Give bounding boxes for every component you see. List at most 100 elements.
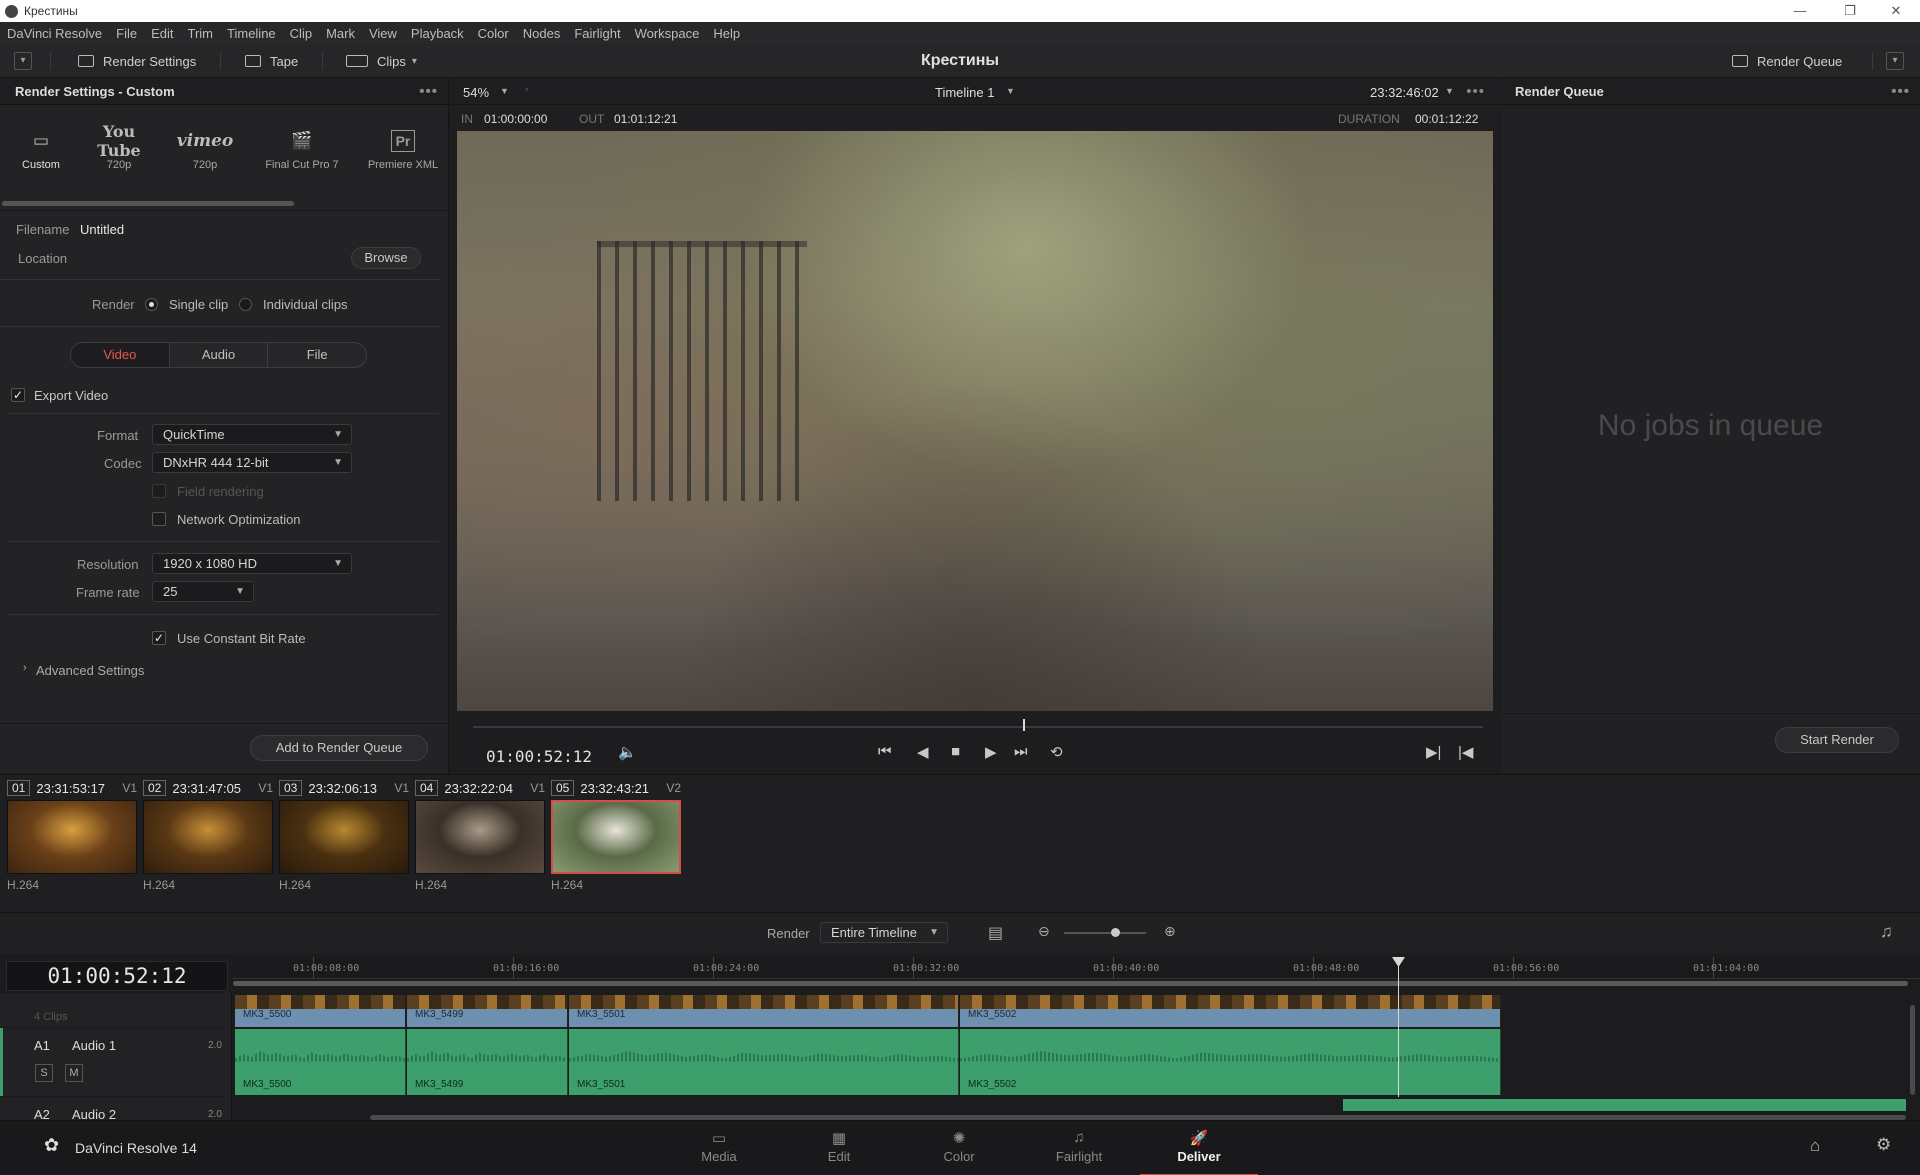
page-tab-edit[interactable]: ▦ Edit [780, 1129, 898, 1164]
tape-button[interactable]: Tape [245, 44, 298, 78]
audio-2-track-name[interactable]: Audio 2 [72, 1107, 116, 1121]
clip-thumbnail[interactable] [7, 800, 137, 874]
network-optimization-checkbox[interactable] [152, 512, 166, 526]
export-video-checkbox[interactable]: ✓ [11, 388, 25, 402]
clips-button[interactable]: Clips ▾ [346, 44, 417, 78]
panel-toggle-left-button[interactable]: ▾ [14, 52, 32, 70]
timeline-audio-clip[interactable]: MK3_5502 [960, 1029, 1501, 1095]
render-queue-button[interactable]: Render Queue [1732, 44, 1842, 78]
menu-color[interactable]: Color [471, 26, 516, 41]
filename-input[interactable]: Untitled [80, 222, 124, 237]
go-to-end-icon[interactable]: ⏭ [1014, 743, 1028, 760]
menu-trim[interactable]: Trim [181, 26, 221, 41]
timeline-vertical-scrollbar[interactable] [1910, 1005, 1915, 1095]
page-tab-deliver[interactable]: 🚀 Deliver [1140, 1129, 1258, 1175]
gear-icon[interactable]: ⚙ [1876, 1135, 1891, 1155]
timeline-scroll-bar[interactable] [233, 981, 1908, 986]
single-clip-radio[interactable] [145, 298, 158, 311]
page-tab-color[interactable]: ✺ Color [900, 1129, 1018, 1164]
more-options-icon[interactable]: ••• [419, 83, 438, 100]
more-options-icon[interactable]: ••• [1891, 83, 1910, 100]
audio-meter-icon[interactable]: ♫ [1880, 922, 1893, 942]
clip-thumbnail-item[interactable]: 03 23:32:06:13 V1 H.264 [279, 779, 409, 892]
zoom-slider-handle[interactable] [1111, 928, 1120, 937]
home-icon[interactable]: ⌂ [1810, 1136, 1820, 1156]
menu-mark[interactable]: Mark [319, 26, 362, 41]
timeline-audio-clip[interactable]: MK3_5499 [407, 1029, 568, 1095]
timeline-video-clip[interactable]: MK3_5500 [235, 995, 406, 1027]
render-settings-button[interactable]: Render Settings [78, 44, 196, 78]
preset-scrollbar[interactable] [2, 201, 294, 206]
page-tab-fairlight[interactable]: ♫ Fairlight [1020, 1129, 1138, 1164]
clip-thumbnail[interactable] [415, 800, 545, 874]
advanced-settings-toggle[interactable]: Advanced Settings [36, 663, 144, 678]
browse-button[interactable]: Browse [351, 247, 421, 269]
viewer-scrubber[interactable] [473, 726, 1483, 728]
menu-davinci[interactable]: DaVinci Resolve [0, 26, 109, 41]
clip-thumbnail-item[interactable]: 01 23:31:53:17 V1 H.264 [7, 779, 137, 892]
restore-icon[interactable]: ❐ [1830, 0, 1870, 22]
loop-icon[interactable]: ⟲ [1050, 743, 1063, 761]
render-range-select[interactable]: Entire Timeline ▼ [820, 922, 948, 943]
timeline-view-icon[interactable]: ▤ [988, 923, 1003, 943]
preset-youtube[interactable]: You Tube 720p [84, 122, 154, 171]
solo-button[interactable]: S [35, 1064, 53, 1082]
volume-icon[interactable]: 🔈 [618, 743, 637, 761]
timeline-ruler[interactable]: 01:00:08:00 01:00:16:00 01:00:24:00 01:0… [233, 957, 1920, 979]
more-options-icon[interactable]: ••• [1466, 83, 1485, 100]
menu-help[interactable]: Help [706, 26, 747, 41]
close-icon[interactable]: ✕ [1876, 0, 1916, 22]
preset-custom[interactable]: ▭ Custom [14, 123, 68, 171]
constant-bitrate-checkbox[interactable]: ✓ [152, 631, 166, 645]
panel-toggle-right-button[interactable]: ▾ [1886, 52, 1904, 70]
timeline-select[interactable]: Timeline 1 [935, 85, 994, 100]
timeline-audio-clip[interactable]: MK3_5500 [235, 1029, 406, 1095]
clip-thumbnail-item[interactable]: 02 23:31:47:05 V1 H.264 [143, 779, 273, 892]
timeline-audio-2-clip[interactable] [1343, 1099, 1906, 1111]
preset-premiere-xml[interactable]: Pr Premiere XML [365, 123, 441, 171]
next-edit-icon[interactable]: ▶| [1426, 743, 1441, 761]
tab-video[interactable]: Video [71, 343, 170, 367]
zoom-slider[interactable] [1064, 932, 1146, 934]
menu-fairlight[interactable]: Fairlight [567, 26, 627, 41]
clip-thumbnail-item-selected[interactable]: 05 23:32:43:21 V2 H.264 [551, 779, 681, 892]
play-reverse-icon[interactable]: ◀ [917, 743, 929, 761]
tab-audio[interactable]: Audio [170, 343, 269, 367]
clip-thumbnail[interactable] [279, 800, 409, 874]
play-icon[interactable]: ▶ [985, 743, 997, 761]
clip-thumbnail[interactable] [551, 800, 681, 874]
timeline-audio-clip[interactable]: MK3_5501 [569, 1029, 959, 1095]
zoom-out-icon[interactable]: ⊖ [1038, 923, 1050, 940]
tab-file[interactable]: File [268, 343, 366, 367]
preset-vimeo[interactable]: vimeo 720p [172, 123, 238, 171]
timeline-video-clip[interactable]: MK3_5502 [960, 995, 1501, 1027]
format-select[interactable]: QuickTime ▼ [152, 424, 352, 445]
previous-edit-icon[interactable]: |◀ [1458, 743, 1473, 761]
resolution-select[interactable]: 1920 x 1080 HD ▼ [152, 553, 352, 574]
menu-workspace[interactable]: Workspace [628, 26, 707, 41]
menu-timeline[interactable]: Timeline [220, 26, 283, 41]
timeline-video-clip[interactable]: MK3_5501 [569, 995, 959, 1027]
video-preview[interactable] [457, 131, 1493, 711]
audio-1-track-name[interactable]: Audio 1 [72, 1038, 116, 1053]
preset-final-cut-pro[interactable]: 🎬 Final Cut Pro 7 [260, 123, 344, 171]
go-to-start-icon[interactable]: ⏮ [878, 743, 892, 760]
frame-rate-select[interactable]: 25 ▼ [152, 581, 254, 602]
start-render-button[interactable]: Start Render [1775, 727, 1899, 753]
mute-button[interactable]: M [65, 1064, 83, 1082]
menu-file[interactable]: File [109, 26, 144, 41]
menu-nodes[interactable]: Nodes [516, 26, 568, 41]
timeline-playhead[interactable] [1398, 957, 1399, 1097]
zoom-select[interactable]: 54% [463, 85, 489, 100]
timeline-video-clip[interactable]: MK3_5499 [407, 995, 568, 1027]
individual-clips-radio[interactable] [239, 298, 252, 311]
menu-edit[interactable]: Edit [144, 26, 180, 41]
minimize-icon[interactable]: — [1780, 0, 1820, 22]
field-rendering-checkbox[interactable] [152, 484, 166, 498]
codec-select[interactable]: DNxHR 444 12-bit ▼ [152, 452, 352, 473]
scrubber-playhead[interactable] [1023, 719, 1025, 731]
menu-playback[interactable]: Playback [404, 26, 471, 41]
clip-thumbnail-item[interactable]: 04 23:32:22:04 V1 H.264 [415, 779, 545, 892]
menu-view[interactable]: View [362, 26, 404, 41]
stop-icon[interactable]: ■ [951, 743, 960, 760]
